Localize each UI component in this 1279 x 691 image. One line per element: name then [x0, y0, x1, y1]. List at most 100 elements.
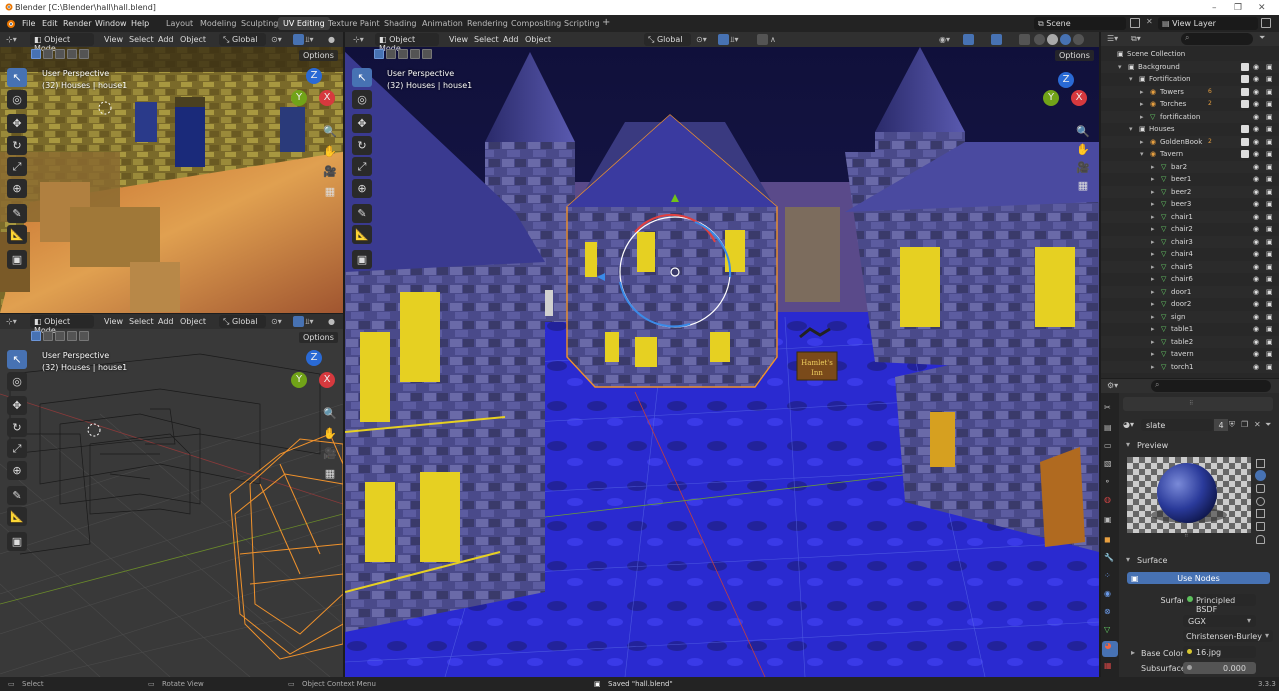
gizmo-y-icon[interactable]: Y [1043, 90, 1059, 106]
tab-render-icon[interactable]: ▤ [1104, 423, 1112, 432]
shading-rendered-icon[interactable] [1073, 34, 1084, 45]
menu-add[interactable]: Add [503, 35, 519, 44]
distribution-selector[interactable]: GGX ▾ [1183, 615, 1256, 627]
ortho-grid-icon[interactable]: ▦ [320, 464, 340, 483]
menu-view[interactable]: View [104, 317, 123, 326]
select-mode-intersect-icon[interactable] [79, 49, 89, 59]
pan-icon[interactable]: ✋ [1073, 140, 1093, 159]
orientation-selector[interactable]: ⤡ Global [219, 315, 266, 328]
pin-icon[interactable]: ⏷ [1265, 420, 1271, 430]
maximize-icon[interactable]: ❐ [1234, 3, 1242, 13]
outliner-row[interactable]: ▸ ▽ beer1 ◉ ▣ [1101, 173, 1279, 186]
outliner-row[interactable]: ▸ ▽ beer2 ◉ ▣ [1101, 185, 1279, 198]
mode-selector[interactable]: ◧ Object Mode [375, 33, 439, 53]
scale-tool-icon[interactable]: ⤢ [7, 157, 27, 176]
select-mode-extend-icon[interactable] [43, 331, 53, 341]
overlay-toggle-icon[interactable] [991, 34, 1002, 45]
render-camera-icon[interactable]: ▣ [1266, 300, 1273, 308]
options-button[interactable]: Options [299, 332, 338, 343]
rotate-tool-icon[interactable]: ↻ [7, 136, 27, 155]
chevron-right-icon[interactable]: ▸ [1140, 113, 1144, 121]
navigation-gizmo[interactable]: Z Y X [289, 350, 339, 400]
preview-cloth-icon[interactable] [1256, 522, 1265, 531]
outliner-row[interactable]: ▸ ▽ table1 ◉ ▣ [1101, 323, 1279, 336]
select-mode-invert-icon[interactable] [67, 49, 77, 59]
orientation-selector[interactable]: ⤡ Global [644, 33, 691, 46]
menu-select[interactable]: Select [129, 317, 154, 326]
eye-icon[interactable]: ◉ [1253, 313, 1259, 321]
subsurface-input[interactable]: 0.000 [1183, 662, 1256, 674]
eye-icon[interactable]: ◉ [1253, 63, 1259, 71]
pivot-icon[interactable]: ⊙▾ [696, 35, 707, 44]
editor-type-icon[interactable]: ⊹▾ [353, 35, 364, 44]
outliner-row[interactable]: ▸ ▽ door2 ◉ ▣ [1101, 298, 1279, 311]
gizmo-z-icon[interactable]: Z [306, 350, 322, 366]
viewport-main[interactable]: Hamlet's Inn ⊹▾ ◧ Object Mode View Selec… [345, 32, 1099, 677]
tab-material-icon[interactable]: ◕ [1102, 641, 1118, 657]
menu-select[interactable]: Select [129, 35, 154, 44]
annotate-tool-icon[interactable]: ✎ [7, 204, 27, 223]
move-tool-icon[interactable]: ✥ [7, 114, 27, 133]
preview-cube-icon[interactable] [1256, 484, 1265, 493]
menu-file[interactable]: File [22, 19, 35, 28]
menu-edit[interactable]: Edit [42, 19, 58, 28]
fake-user-icon[interactable]: ⛨ [1229, 420, 1235, 430]
gizmo-y-icon[interactable]: Y [291, 372, 307, 388]
properties-search-input[interactable]: ⌕ [1151, 380, 1271, 392]
eye-icon[interactable]: ◉ [1253, 250, 1259, 258]
add-cube-tool-icon[interactable]: ▣ [7, 532, 27, 551]
pan-icon[interactable]: ✋ [320, 142, 340, 161]
menu-object[interactable]: Object [525, 35, 551, 44]
chevron-right-icon[interactable]: ▸ [1151, 200, 1155, 208]
render-camera-icon[interactable]: ▣ [1266, 363, 1273, 371]
render-camera-icon[interactable]: ▣ [1266, 338, 1273, 346]
menu-window[interactable]: Window [95, 19, 127, 28]
render-camera-icon[interactable]: ▣ [1266, 250, 1273, 258]
transform-tool-icon[interactable]: ⊕ [7, 461, 27, 480]
tab-compositing[interactable]: Compositing [506, 17, 566, 30]
outliner-row[interactable]: ▸ ▽ chair3 ◉ ▣ [1101, 235, 1279, 248]
ortho-grid-icon[interactable]: ▦ [1073, 176, 1093, 195]
new-view-layer-icon[interactable] [1261, 18, 1271, 28]
chevron-right-icon[interactable]: ▸ [1151, 275, 1155, 283]
filter-icon[interactable]: ⏷ [1259, 33, 1265, 43]
snap-target-icon[interactable]: ⫫▾ [305, 35, 314, 45]
chevron-right-icon[interactable]: ▸ [1151, 188, 1155, 196]
gizmo-x-icon[interactable]: X [1071, 90, 1087, 106]
render-camera-icon[interactable]: ▣ [1266, 213, 1273, 221]
tab-modeling[interactable]: Modeling [195, 17, 241, 30]
tab-sculpting[interactable]: Sculpting [236, 17, 283, 30]
mode-selector[interactable]: ◧ Object Mode [30, 315, 94, 335]
select-tool-icon[interactable]: ↖ [7, 68, 27, 87]
camera-icon[interactable]: 🎥 [320, 444, 340, 463]
render-camera-icon[interactable]: ▣ [1266, 113, 1273, 121]
select-mode-invert-icon[interactable] [410, 49, 420, 59]
cursor-tool-icon[interactable]: ◎ [7, 90, 27, 109]
eye-icon[interactable]: ◉ [1253, 113, 1259, 121]
remove-scene-icon[interactable]: ✕ [1146, 17, 1153, 26]
tab-uv-editing[interactable]: UV Editing [278, 17, 330, 30]
chevron-down-icon[interactable]: ▾ [1140, 150, 1144, 158]
eye-icon[interactable]: ◉ [1253, 213, 1259, 221]
close-icon[interactable]: ✕ [1258, 3, 1266, 13]
chevron-right-icon[interactable]: ▸ [1151, 300, 1155, 308]
xray-icon[interactable] [1019, 34, 1030, 45]
eye-icon[interactable]: ◉ [1253, 225, 1259, 233]
transform-tool-icon[interactable]: ⊕ [7, 179, 27, 198]
chevron-right-icon[interactable]: ▸ [1140, 138, 1144, 146]
eye-icon[interactable]: ◉ [1253, 263, 1259, 271]
render-camera-icon[interactable]: ▣ [1266, 263, 1273, 271]
select-mode-extend-icon[interactable] [43, 49, 53, 59]
orientation-selector[interactable]: ⤡ Global [219, 33, 266, 46]
preview-hair-icon[interactable] [1256, 497, 1265, 506]
tab-world-icon[interactable]: ◍ [1104, 495, 1111, 504]
tab-shading[interactable]: Shading [379, 17, 422, 30]
display-mode-icon[interactable]: ⧉▾ [1131, 34, 1141, 44]
tab-texture-icon[interactable]: ▦ [1104, 661, 1112, 670]
outliner-row[interactable]: ▸ ▽ torch1 ◉ ▣ [1101, 360, 1279, 373]
preview-fluid-icon[interactable] [1256, 535, 1265, 544]
chevron-right-icon[interactable]: ▸ [1151, 363, 1155, 371]
chevron-right-icon[interactable]: ▸ [1151, 338, 1155, 346]
render-camera-icon[interactable]: ▣ [1266, 275, 1273, 283]
eye-icon[interactable]: ◉ [1253, 88, 1259, 96]
